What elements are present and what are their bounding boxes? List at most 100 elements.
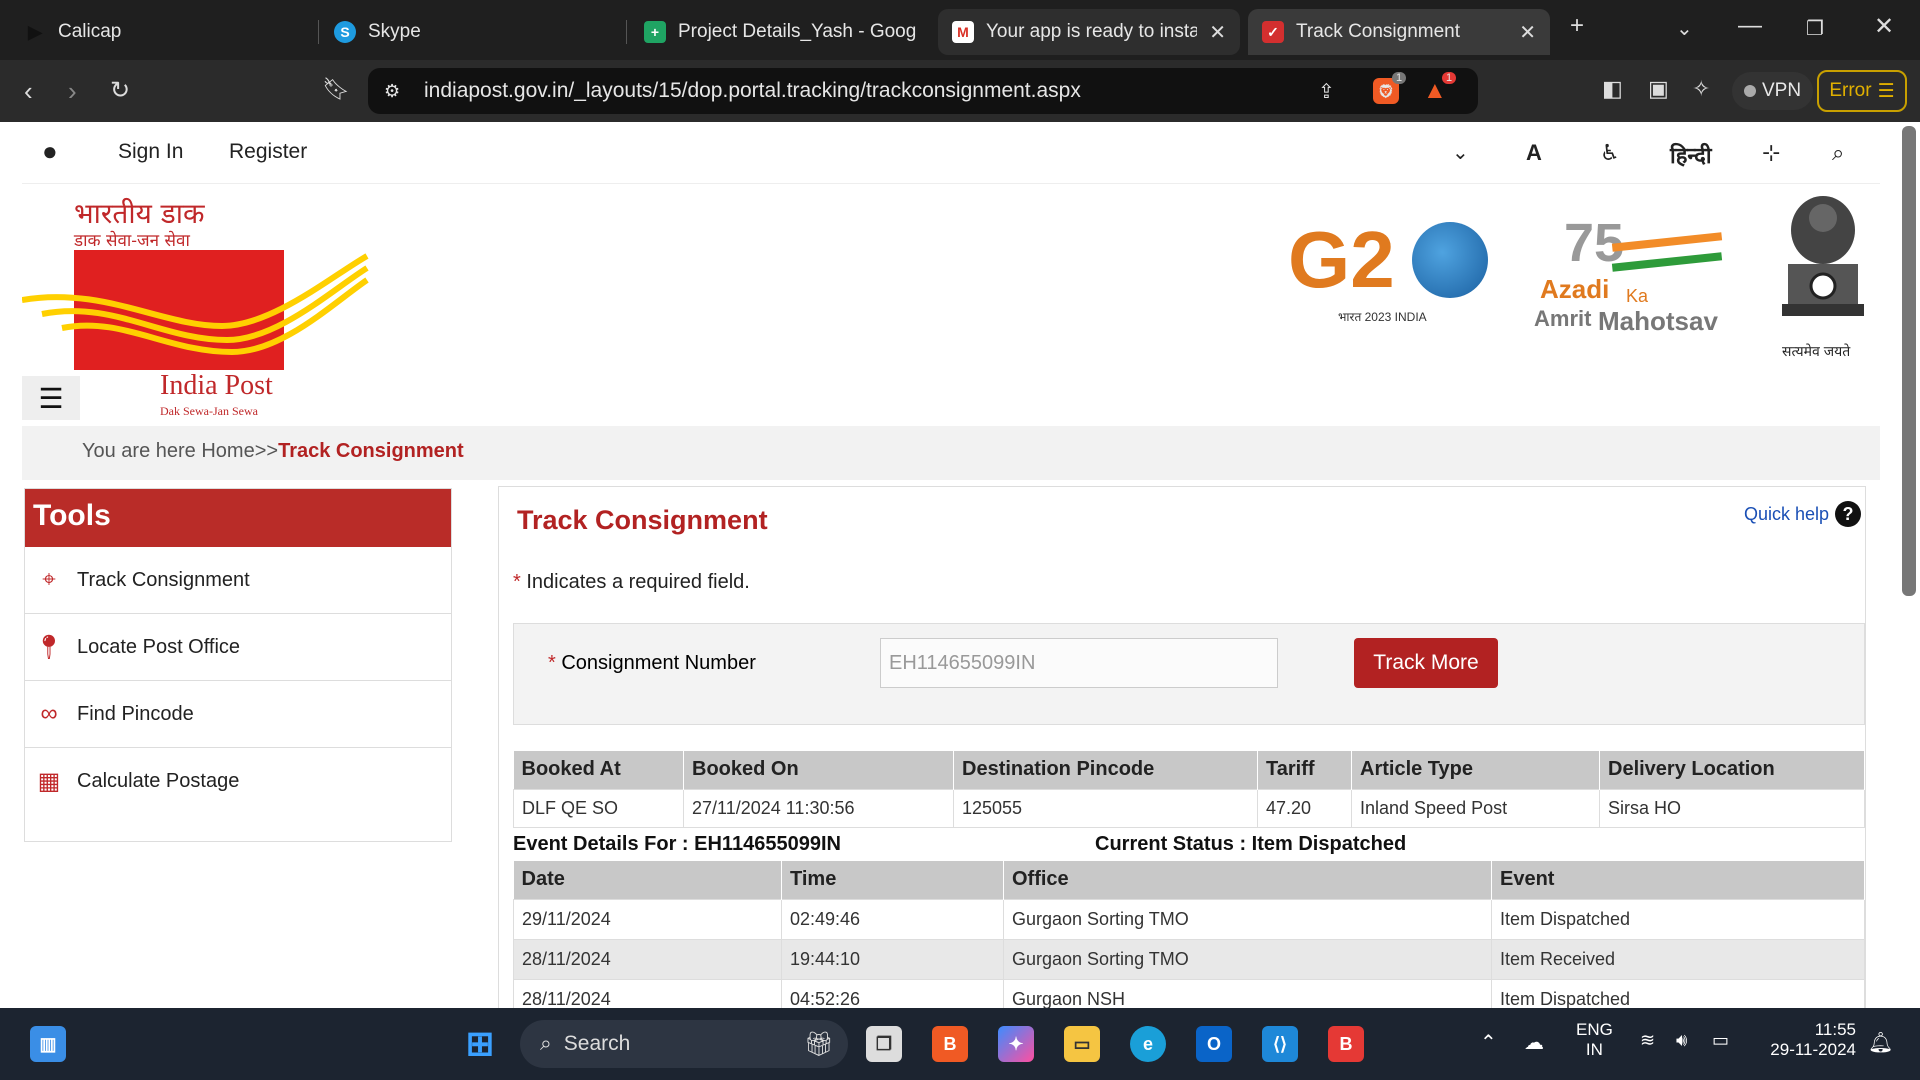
widgets-icon[interactable]: ▥: [30, 1026, 66, 1062]
tools-item-label: Calculate Postage: [77, 770, 240, 792]
track-consignment-panel: Track Consignment Quick help ? * Indicat…: [498, 486, 1866, 1008]
new-tab-icon[interactable]: +: [1570, 12, 1584, 40]
column-header: Event: [1491, 861, 1865, 899]
hindi-link[interactable]: हिन्दी: [1670, 140, 1712, 170]
tools-item-track-consignment[interactable]: ⌖ Track Consignment: [25, 547, 451, 614]
error-button[interactable]: Error ☰: [1817, 70, 1907, 112]
site-header: भारतीय डाक डाक सेवा-जन सेवा India Post D…: [22, 186, 1880, 420]
tab-label: Project Details_Yash - Google: [678, 21, 916, 42]
events-table: Date Time Office Event 29/11/2024 02:49:…: [513, 861, 1865, 1008]
tab-label: Your app is ready to insta: [986, 21, 1198, 42]
quick-help-link[interactable]: Quick help ?: [1744, 501, 1861, 527]
event-details-for: Event Details For : EH114655099IN: [513, 833, 841, 855]
page-scrollbar[interactable]: [1902, 126, 1916, 596]
table-cell: 27/11/2024 11:30:56: [683, 788, 954, 828]
tab-label: Calicap: [58, 21, 122, 42]
restore-icon[interactable]: ❐: [1806, 16, 1824, 41]
shields-badge: 1: [1392, 72, 1407, 84]
current-status: Current Status : Item Dispatched: [1095, 833, 1407, 855]
task-view-icon[interactable]: ❐: [866, 1026, 902, 1062]
india-post-logo[interactable]: भारतीय डाक डाक सेवा-जन सेवा India Post D…: [22, 186, 372, 420]
start-icon[interactable]: ⊞: [462, 1025, 498, 1063]
web-page: ● Sign In Register ⌄ A ♿︎ हिन्दी ⊹ ⌕ भार…: [0, 122, 1920, 1008]
language-indicator[interactable]: ENG IN: [1576, 1020, 1613, 1060]
brave-beta-icon[interactable]: B: [1328, 1026, 1364, 1062]
gmail-icon: M: [952, 21, 974, 43]
edge-icon[interactable]: e: [1130, 1026, 1166, 1062]
clock-time: 11:55: [1814, 1020, 1856, 1039]
sign-in-link[interactable]: Sign In: [118, 140, 183, 164]
language-top: ENG: [1576, 1020, 1613, 1039]
amrit-text: Amrit: [1534, 306, 1592, 331]
chevron-up-icon[interactable]: ⌃: [1480, 1030, 1497, 1055]
tab-label: Skype: [368, 21, 421, 42]
consignment-number-input[interactable]: [880, 638, 1278, 688]
tab-calicap[interactable]: ▶ Calicap: [10, 9, 310, 55]
tools-item-locate-post-office[interactable]: 📍︎ Locate Post Office: [25, 614, 451, 681]
volume-icon[interactable]: 🔊︎: [1676, 1030, 1687, 1051]
sitemap-icon[interactable]: ⊹: [1762, 140, 1780, 166]
close-icon[interactable]: ✕: [1209, 20, 1226, 45]
url-field[interactable]: ⚙ indiapost.gov.in/_layouts/15/dop.porta…: [368, 68, 1478, 114]
chevron-down-icon[interactable]: ⌄: [1676, 16, 1693, 41]
vpn-button[interactable]: VPN: [1732, 72, 1814, 110]
text-size-icon[interactable]: A: [1526, 140, 1542, 166]
vscode-icon[interactable]: ⟨⟩: [1262, 1026, 1298, 1062]
file-explorer-icon[interactable]: ▭: [1064, 1026, 1100, 1062]
table-cell: Gurgaon NSH: [1003, 978, 1492, 1008]
table-cell: Item Received: [1491, 938, 1865, 980]
notifications-icon[interactable]: 🔔︎: [1868, 1030, 1893, 1055]
site-info-icon[interactable]: ⚙: [384, 81, 400, 102]
tab-gmail[interactable]: M Your app is ready to insta ✕: [938, 9, 1240, 55]
breadcrumb-current: Track Consignment: [278, 440, 464, 462]
battery-icon[interactable]: ▭: [1712, 1030, 1729, 1051]
search-icon[interactable]: ⌕: [1832, 140, 1844, 166]
user-icon[interactable]: ●: [42, 136, 58, 167]
binoculars-icon: ∞: [40, 700, 58, 727]
brave-icon[interactable]: B: [932, 1026, 968, 1062]
back-icon[interactable]: ‹: [24, 76, 33, 107]
reload-icon[interactable]: ↻: [110, 76, 130, 105]
hamburger-menu-icon[interactable]: ☰: [22, 376, 80, 420]
table-cell: 29/11/2024: [513, 898, 782, 940]
gift-icon: 🎁︎: [803, 1030, 834, 1058]
accessibility-icon[interactable]: ♿︎: [1600, 140, 1620, 166]
track-more-button[interactable]: Track More: [1354, 638, 1498, 688]
g20-logo: G2 भारत 2023 INDIA: [1288, 220, 1508, 330]
close-window-icon[interactable]: ✕: [1874, 12, 1894, 41]
taskbar-search[interactable]: ⌕ Search 🎁︎: [520, 1020, 848, 1068]
leo-ai-icon[interactable]: ✧: [1692, 76, 1710, 102]
wifi-icon[interactable]: ≋: [1640, 1030, 1655, 1051]
table-cell: 04:52:26: [781, 978, 1004, 1008]
forward-icon[interactable]: ›: [68, 76, 77, 107]
table-cell: Gurgaon Sorting TMO: [1003, 938, 1492, 980]
emblem-motto: सत्यमेव जयते: [1782, 343, 1851, 359]
search-label: Search: [563, 1032, 631, 1055]
tools-item-calculate-postage[interactable]: ▦ Calculate Postage: [25, 748, 451, 815]
outlook-icon[interactable]: O: [1196, 1026, 1232, 1062]
close-icon[interactable]: ✕: [1519, 20, 1536, 45]
tools-item-label: Find Pincode: [77, 702, 194, 725]
table-cell: Item Dispatched: [1491, 898, 1865, 940]
column-header: Article Type: [1351, 751, 1600, 789]
breadcrumb-prefix[interactable]: You are here Home>>: [82, 440, 278, 462]
minimize-icon[interactable]: —: [1738, 12, 1762, 40]
register-link[interactable]: Register: [229, 140, 307, 164]
copilot-icon[interactable]: ✦: [998, 1026, 1034, 1062]
onedrive-icon[interactable]: ☁: [1524, 1030, 1544, 1055]
tab-label: Track Consignment: [1296, 21, 1461, 42]
wallet-icon[interactable]: ▣: [1648, 76, 1669, 102]
table-cell: Item Dispatched: [1491, 978, 1865, 1008]
required-note: * Indicates a required field.: [513, 571, 750, 593]
sidebar-icon[interactable]: ◧: [1602, 76, 1623, 102]
clock[interactable]: 11:55 29-11-2024: [1756, 1020, 1856, 1060]
windows-taskbar: ▥ ⊞ ⌕ Search 🎁︎ ❐ B ✦ ▭ e O ⟨⟩ B ⌃ ☁ ENG…: [0, 1008, 1920, 1080]
share-icon[interactable]: ⇪: [1318, 79, 1335, 104]
tab-skype[interactable]: S Skype: [320, 9, 620, 55]
bookmark-icon[interactable]: 🔖︎: [322, 76, 350, 102]
chevron-down-icon[interactable]: ⌄: [1452, 140, 1469, 165]
tools-item-find-pincode[interactable]: ∞ Find Pincode: [25, 681, 451, 748]
booking-header-row: Booked At Booked On Destination Pincode …: [513, 751, 1865, 789]
tab-track-consignment[interactable]: ✓ Track Consignment ✕: [1248, 9, 1550, 55]
tab-sheets[interactable]: + Project Details_Yash - Google: [630, 9, 930, 55]
